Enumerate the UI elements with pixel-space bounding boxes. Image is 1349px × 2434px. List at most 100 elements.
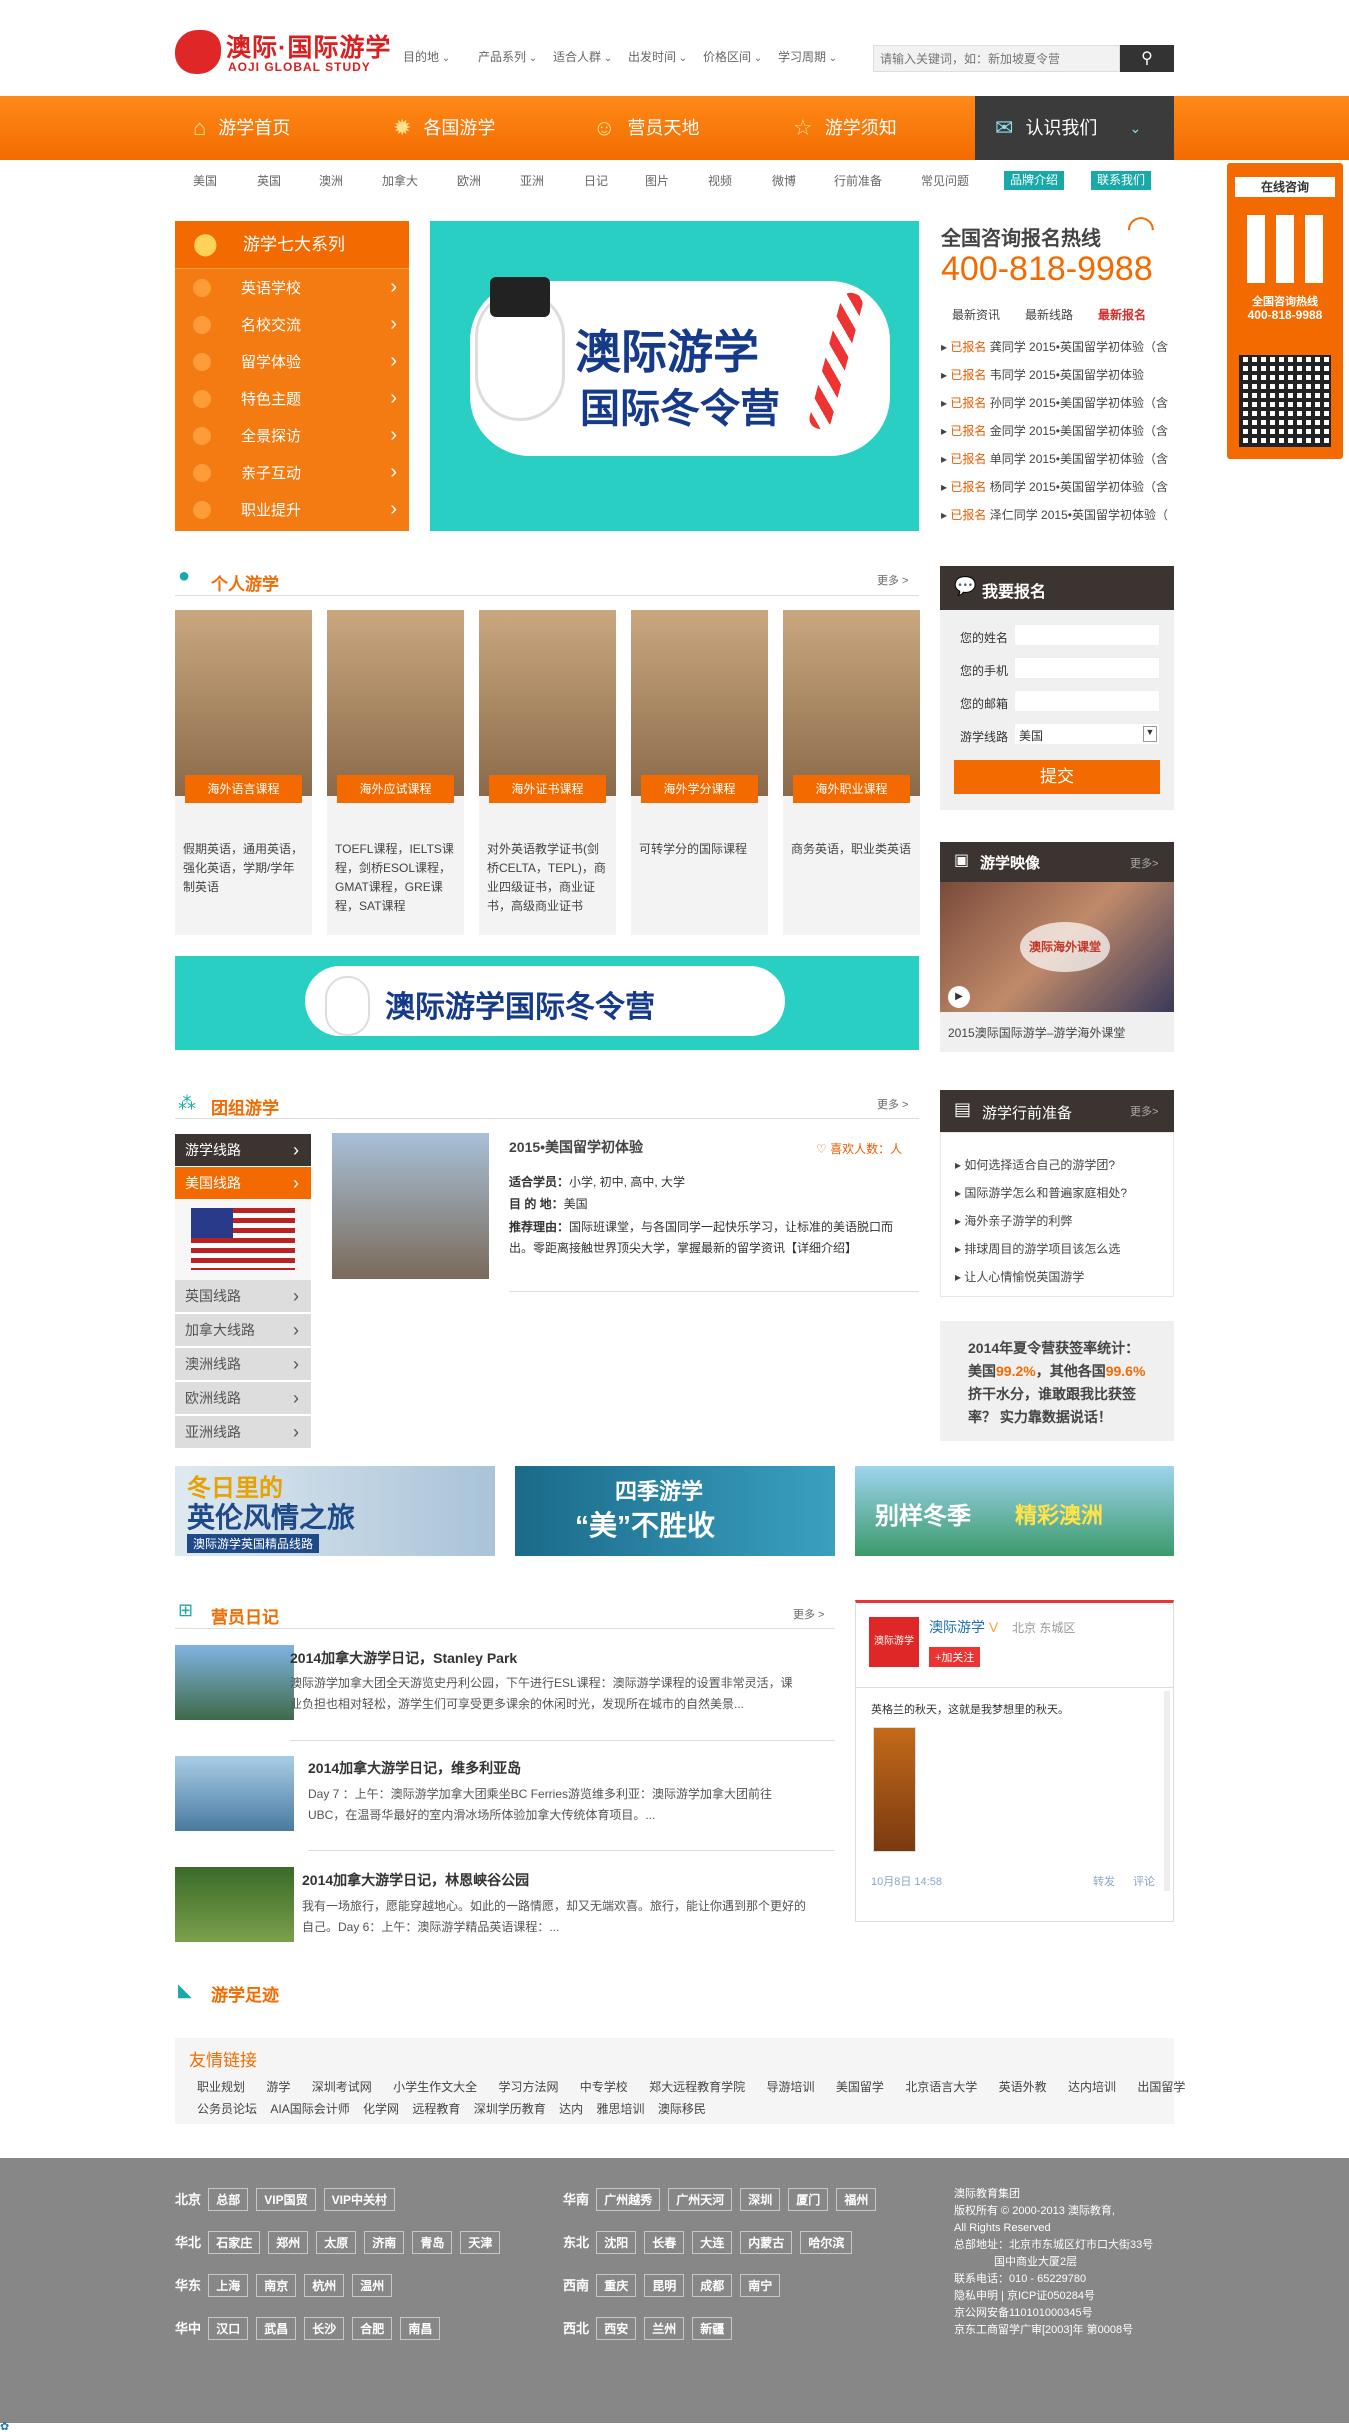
hero-banner[interactable]: 澳际游学 国际冬令营 xyxy=(430,221,919,531)
friend-link[interactable]: 出国留学 xyxy=(1137,2080,1185,2094)
friend-link[interactable]: 远程教育 xyxy=(412,2102,460,2116)
more-link-prep[interactable]: 更多> xyxy=(1130,1103,1158,1119)
city-link[interactable]: 济南 xyxy=(364,2231,405,2254)
group-photo[interactable] xyxy=(332,1133,489,1279)
diary-title[interactable]: 2014加拿大游学日记，林恩峡谷公园 xyxy=(302,1870,529,1890)
subnav-us[interactable]: 美国 xyxy=(193,172,217,189)
city-link[interactable]: 长春 xyxy=(644,2231,685,2254)
subnav-prep[interactable]: 行前准备 xyxy=(834,172,882,189)
city-link[interactable]: 兰州 xyxy=(644,2317,685,2340)
filter-audience[interactable]: 适合人群 xyxy=(553,48,628,65)
city-link[interactable]: 西安 xyxy=(596,2317,637,2340)
wide-banner[interactable]: 澳际游学国际冬令营 xyxy=(175,956,919,1050)
tab-signups[interactable]: 最新报名 xyxy=(1098,306,1146,323)
list-item[interactable]: ▸ 已报名 韦同学 2015•英国留学初体验 xyxy=(941,366,1174,394)
series-item-theme[interactable]: 特色主题 xyxy=(175,380,409,417)
city-link[interactable]: 成都 xyxy=(692,2274,733,2297)
friend-link[interactable]: 深圳学历教育 xyxy=(474,2102,546,2116)
weibo-post-image[interactable] xyxy=(873,1727,916,1852)
city-link[interactable]: 合肥 xyxy=(352,2317,393,2340)
filter-price[interactable]: 价格区间 xyxy=(703,48,778,65)
series-item-family[interactable]: 亲子互动 xyxy=(175,454,409,491)
city-link[interactable]: 大连 xyxy=(692,2231,733,2254)
friend-link[interactable]: 深圳考试网 xyxy=(312,2080,372,2094)
likes-count[interactable]: ♡ 喜欢人数：人 xyxy=(816,1140,902,1157)
friend-link[interactable]: 英语外教 xyxy=(999,2080,1047,2094)
nav-guide[interactable]: ☆ 游学须知 xyxy=(793,96,897,160)
more-link-video[interactable]: 更多> xyxy=(1130,855,1158,871)
course-card[interactable]: 海外语言课程 假期英语，通用英语，强化英语，学期/学年制英语 xyxy=(175,610,312,935)
list-item[interactable]: ▸ 已报名 泽仁同学 2015•英国留学初体验（ xyxy=(941,506,1174,534)
filter-destination[interactable]: 目的地 xyxy=(403,48,478,65)
subnav-uk[interactable]: 英国 xyxy=(257,172,281,189)
diary-title[interactable]: 2014加拿大游学日记，维多利亚岛 xyxy=(308,1758,521,1778)
subnav-video[interactable]: 视频 xyxy=(708,172,732,189)
tab-routes[interactable]: 最新线路 xyxy=(1025,306,1073,323)
friend-link[interactable]: 中专学校 xyxy=(580,2080,628,2094)
list-item[interactable]: ▸ 已报名 金同学 2015•美国留学初体验（含 xyxy=(941,422,1174,450)
diary-photo[interactable] xyxy=(175,1756,294,1831)
diary-photo[interactable] xyxy=(175,1645,294,1720)
floating-consult-panel[interactable]: 在线咨询 全国咨询热线 400-818-9988 xyxy=(1227,163,1343,459)
city-link[interactable]: 天津 xyxy=(460,2231,501,2254)
scrollbar[interactable] xyxy=(1164,1691,1170,1891)
email-field[interactable] xyxy=(1014,690,1160,712)
list-item[interactable]: ▸ 排球周目的游学项目该怎么选 xyxy=(955,1235,1173,1263)
subnav-contact-chip[interactable]: 联系我们 xyxy=(1091,171,1152,190)
subnav-brand-chip[interactable]: 品牌介绍 xyxy=(1004,171,1065,190)
city-link[interactable]: 石家庄 xyxy=(208,2231,261,2254)
friend-link[interactable]: 郑大远程教育学院 xyxy=(649,2080,745,2094)
group-menu-uk[interactable]: 英国线路 xyxy=(175,1280,311,1313)
baidu-paw-icon[interactable]: ✿ xyxy=(0,2420,14,2434)
online-consult-button[interactable]: 在线咨询 xyxy=(1235,177,1335,197)
logo-text[interactable]: 澳际·国际游学 xyxy=(226,28,391,64)
filter-product[interactable]: 产品系列 xyxy=(478,48,553,65)
city-link[interactable]: 沈阳 xyxy=(596,2231,637,2254)
more-link-diary[interactable]: 更多 > xyxy=(793,1606,824,1622)
city-link[interactable]: 新疆 xyxy=(692,2317,733,2340)
play-icon[interactable]: ▶ xyxy=(948,986,970,1008)
city-link[interactable]: 汉口 xyxy=(208,2317,249,2340)
friend-link[interactable]: 美国留学 xyxy=(836,2080,884,2094)
city-link[interactable]: 杭州 xyxy=(304,2274,345,2297)
city-link[interactable]: VIP中关村 xyxy=(323,2188,395,2211)
city-link[interactable]: VIP国贸 xyxy=(256,2188,316,2211)
city-link[interactable]: 厦门 xyxy=(788,2188,829,2211)
submit-button[interactable]: 提交 xyxy=(954,760,1160,794)
city-link[interactable]: 长沙 xyxy=(304,2317,345,2340)
subnav-weibo[interactable]: 微博 xyxy=(772,172,796,189)
friend-link[interactable]: 学习方法网 xyxy=(498,2080,558,2094)
subnav-eu[interactable]: 欧洲 xyxy=(457,172,481,189)
series-item-explore[interactable]: 全景探访 xyxy=(175,417,409,454)
city-link[interactable]: 上海 xyxy=(208,2274,249,2297)
group-menu-eu[interactable]: 欧洲线路 xyxy=(175,1382,311,1415)
diary-photo[interactable] xyxy=(175,1867,294,1942)
group-menu-us[interactable]: 美国线路 xyxy=(175,1167,311,1200)
friend-link[interactable]: 游学 xyxy=(266,2080,290,2094)
series-item-career[interactable]: 职业提升 xyxy=(175,491,409,528)
phone-field[interactable] xyxy=(1014,657,1160,679)
friend-link[interactable]: 公务员论坛 xyxy=(197,2102,257,2116)
group-menu-asia[interactable]: 亚洲线路 xyxy=(175,1416,311,1449)
search-button[interactable]: ⚲ xyxy=(1120,45,1174,72)
friend-link[interactable]: 达内 xyxy=(559,2102,583,2116)
city-link[interactable]: 广州越秀 xyxy=(596,2188,661,2211)
group-menu-ca[interactable]: 加拿大线路 xyxy=(175,1314,311,1347)
video-thumbnail[interactable]: 澳际海外课堂 ▶ xyxy=(940,882,1174,1012)
city-link[interactable]: 福州 xyxy=(836,2188,877,2211)
subnav-diary[interactable]: 日记 xyxy=(584,172,608,189)
city-link[interactable]: 重庆 xyxy=(596,2274,637,2297)
city-link[interactable]: 广州天河 xyxy=(668,2188,733,2211)
city-link[interactable]: 南宁 xyxy=(740,2274,781,2297)
nav-campers[interactable]: ☺ 营员天地 xyxy=(593,96,699,160)
city-link[interactable]: 太原 xyxy=(316,2231,357,2254)
promo-au-banner[interactable]: 别样冬季 精彩澳洲 xyxy=(855,1466,1174,1556)
promo-uk-banner[interactable]: 冬日里的 英伦风情之旅 澳际游学英国精品线路 xyxy=(175,1466,495,1556)
subnav-photos[interactable]: 图片 xyxy=(645,172,669,189)
subnav-faq[interactable]: 常见问题 xyxy=(921,172,969,189)
search-input[interactable] xyxy=(873,45,1120,72)
name-field[interactable] xyxy=(1014,624,1160,646)
friend-link[interactable]: 澳际移民 xyxy=(658,2102,706,2116)
city-link[interactable]: 温州 xyxy=(352,2274,393,2297)
group-menu-au[interactable]: 澳洲线路 xyxy=(175,1348,311,1381)
